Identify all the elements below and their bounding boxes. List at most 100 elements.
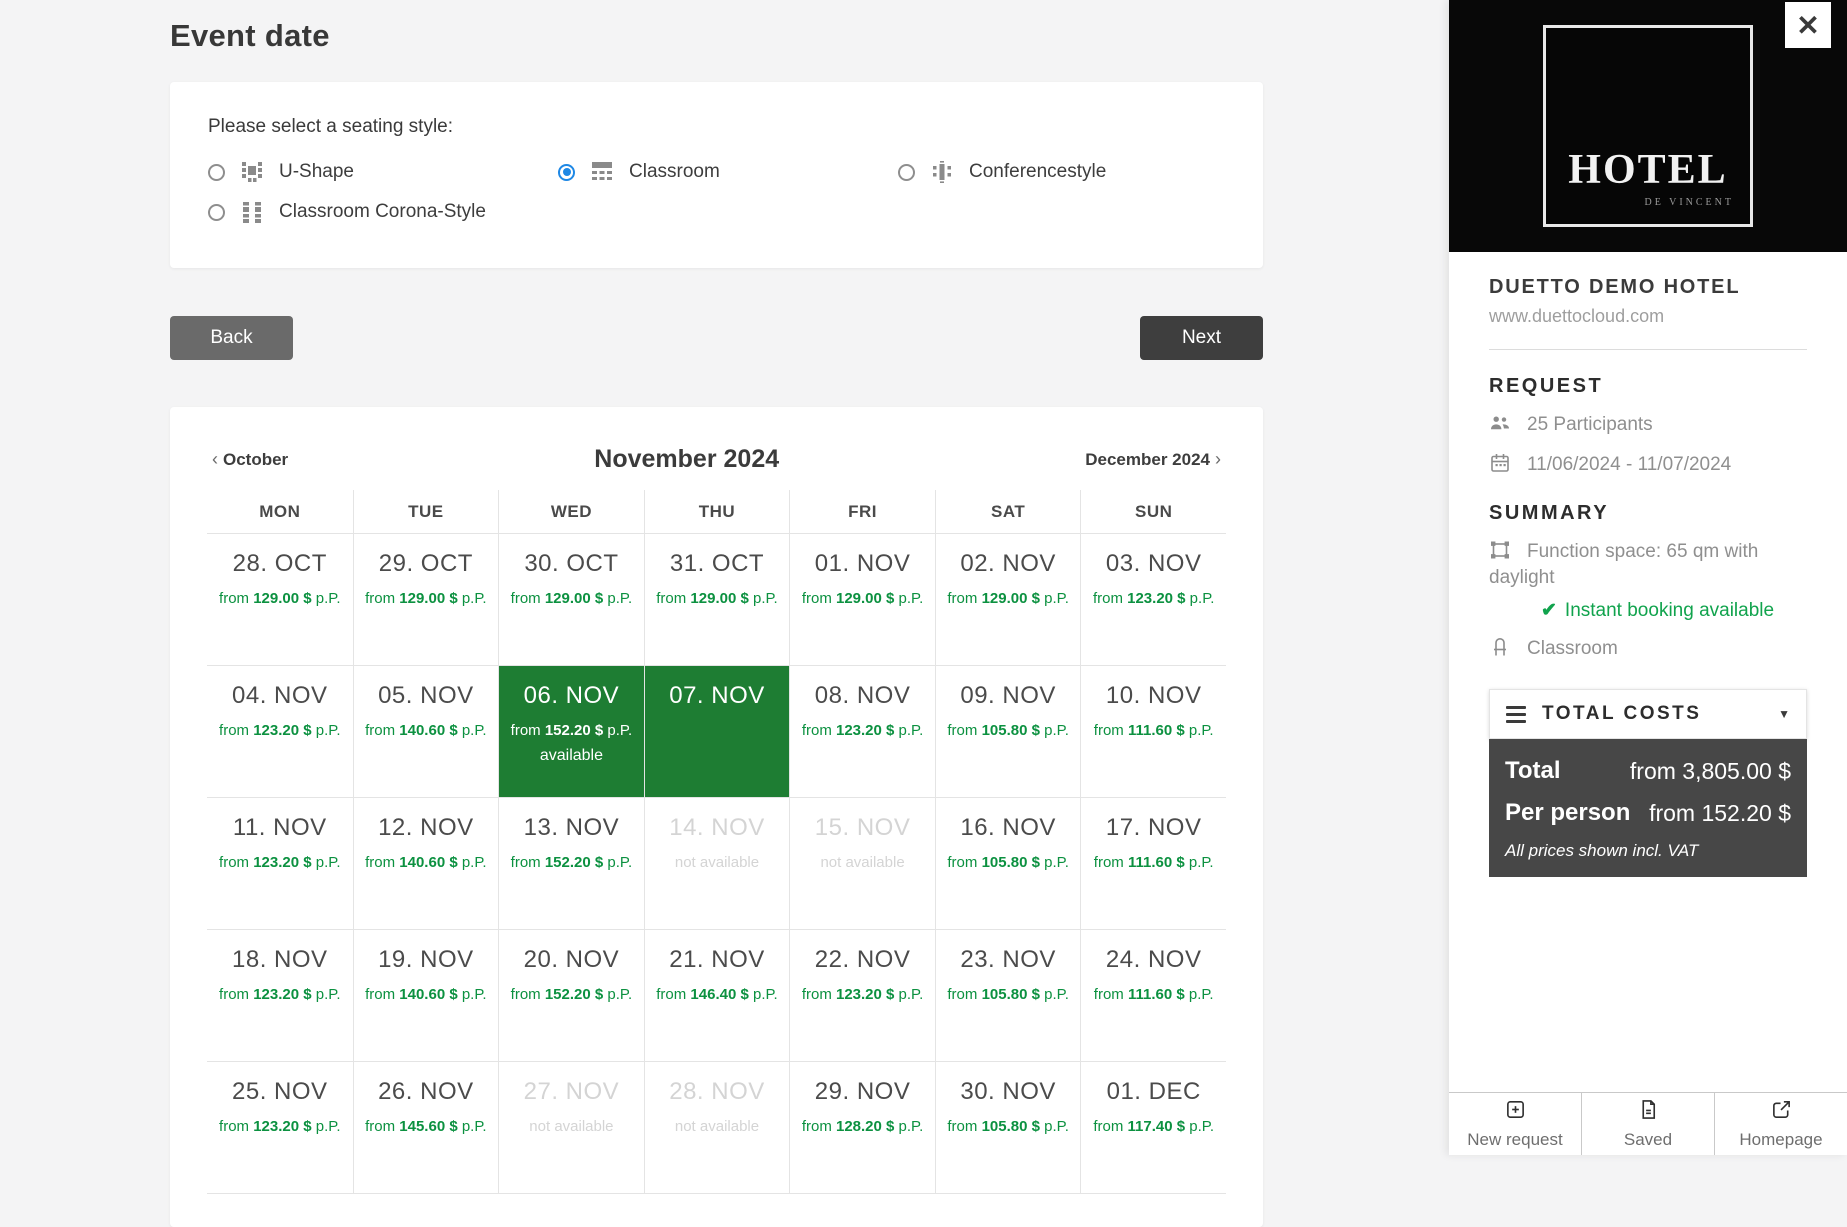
calendar-day[interactable]: 23. NOVfrom 105.80 $ p.P. (935, 930, 1081, 1062)
calendar-day[interactable]: 04. NOVfrom 123.20 $ p.P. (207, 666, 353, 798)
calendar-day[interactable]: 07. NOV (644, 666, 790, 798)
date-range-text: 11/06/2024 - 11/07/2024 (1527, 454, 1731, 475)
weekday-header: THU (644, 490, 790, 534)
total-costs-title: TOTAL COSTS (1542, 703, 1762, 725)
saved-button[interactable]: Saved (1581, 1093, 1714, 1155)
calendar-day[interactable]: 21. NOVfrom 146.40 $ p.P. (644, 930, 790, 1062)
day-unavailable-label: not available (790, 854, 935, 871)
seating-option-conferencestyle[interactable]: Conferencestyle (898, 160, 1225, 184)
total-costs-panel: TOTAL COSTS ▼ Total from 3,805.00 $ Per … (1489, 689, 1807, 877)
calendar-day[interactable]: 31. OCTfrom 129.00 $ p.P. (644, 534, 790, 666)
day-date: 08. NOV (790, 682, 935, 710)
seating-style-options: U-ShapeClassroomConferencestyle Classroom… (208, 160, 1225, 224)
day-price: from 152.20 $ p.P. (499, 722, 644, 739)
day-date: 15. NOV (790, 814, 935, 842)
homepage-icon (1771, 1099, 1792, 1125)
day-price: from 129.00 $ p.P. (790, 590, 935, 607)
calendar-day[interactable]: 12. NOVfrom 140.60 $ p.P. (353, 798, 499, 930)
calendar-day[interactable]: 18. NOVfrom 123.20 $ p.P. (207, 930, 353, 1062)
calendar-day[interactable]: 10. NOVfrom 111.60 $ p.P. (1080, 666, 1226, 798)
day-date: 30. NOV (936, 1078, 1081, 1106)
calendar-next-month-link[interactable]: December 2024› (1085, 449, 1226, 470)
calendar-day: 15. NOV not available (789, 798, 935, 930)
day-date: 22. NOV (790, 946, 935, 974)
hotel-logo-subtext: DE VINCENT (1644, 197, 1734, 208)
day-unavailable-label: not available (499, 1118, 644, 1135)
radio-button[interactable] (208, 164, 225, 181)
total-costs-header[interactable]: TOTAL COSTS ▼ (1489, 689, 1807, 739)
day-price: from 123.20 $ p.P. (207, 1118, 353, 1135)
day-price: from 105.80 $ p.P. (936, 986, 1081, 1003)
calendar-day[interactable]: 09. NOVfrom 105.80 $ p.P. (935, 666, 1081, 798)
calendar-day[interactable]: 30. OCTfrom 129.00 $ p.P. (498, 534, 644, 666)
day-date: 31. OCT (645, 550, 790, 578)
seating-style-label: Please select a seating style: (208, 116, 1225, 138)
calendar-day[interactable]: 05. NOVfrom 140.60 $ p.P. (353, 666, 499, 798)
day-price: from 123.20 $ p.P. (207, 854, 353, 871)
hotel-website-link[interactable]: www.duettocloud.com (1489, 306, 1807, 327)
calendar-day[interactable]: 08. NOVfrom 123.20 $ p.P. (789, 666, 935, 798)
radio-button[interactable] (898, 164, 915, 181)
calendar-day[interactable]: 22. NOV from 123.20 $ p.P. (789, 930, 935, 1062)
day-price: from 123.20 $ p.P. (790, 986, 935, 1003)
instant-booking-text: Instant booking available (1565, 600, 1774, 621)
calendar-day[interactable]: 06. NOVfrom 152.20 $ p.P.available (498, 666, 644, 798)
day-date: 19. NOV (354, 946, 499, 974)
main-content: Event date Please select a seating style… (170, 0, 1263, 1227)
seating-option-u-shape[interactable]: U-Shape (208, 160, 558, 184)
calendar-day[interactable]: 03. NOVfrom 123.20 $ p.P. (1080, 534, 1226, 666)
participants-text: 25 Participants (1527, 414, 1653, 435)
seating-summary-text: Classroom (1527, 638, 1618, 659)
calendar-day[interactable]: 25. NOVfrom 123.20 $ p.P. (207, 1062, 353, 1194)
day-date: 01. DEC (1081, 1078, 1226, 1106)
close-icon[interactable]: ✕ (1785, 2, 1831, 48)
calendar-day[interactable]: 30. NOVfrom 105.80 $ p.P. (935, 1062, 1081, 1194)
day-date: 04. NOV (207, 682, 353, 710)
day-price: from 129.00 $ p.P. (207, 590, 353, 607)
calendar-day[interactable]: 01. DEC from 117.40 $ p.P. (1080, 1062, 1226, 1194)
total-value: from 3,805.00 $ (1630, 757, 1791, 787)
day-price: from 111.60 $ p.P. (1081, 986, 1226, 1003)
back-button[interactable]: Back (170, 316, 293, 360)
calendar-day[interactable]: 17. NOV from 111.60 $ p.P. (1080, 798, 1226, 930)
calendar-day[interactable]: 11. NOVfrom 123.20 $ p.P. (207, 798, 353, 930)
day-price: from 117.40 $ p.P. (1081, 1118, 1226, 1135)
day-date: 17. NOV (1081, 814, 1226, 842)
new-request-button[interactable]: New request (1449, 1093, 1581, 1155)
action-label: New request (1467, 1130, 1562, 1150)
participants-row: 25 Participants (1489, 412, 1807, 438)
day-date: 28. OCT (207, 550, 353, 578)
calendar-day[interactable]: 26. NOVfrom 145.60 $ p.P. (353, 1062, 499, 1194)
seating-option-classroom-corona-style[interactable]: Classroom Corona-Style (208, 200, 558, 224)
function-space-icon (1489, 540, 1513, 560)
calendar-prev-month-link[interactable]: ‹October (207, 449, 288, 470)
homepage-button[interactable]: Homepage (1714, 1093, 1847, 1155)
menu-icon (1506, 706, 1526, 723)
radio-button[interactable] (558, 164, 575, 181)
calendar-day[interactable]: 28. OCT from 129.00 $ p.P. (207, 534, 353, 666)
next-button[interactable]: Next (1140, 316, 1263, 360)
calendar-day[interactable]: 02. NOVfrom 129.00 $ p.P. (935, 534, 1081, 666)
radio-button[interactable] (208, 204, 225, 221)
calendar-day[interactable]: 20. NOVfrom 152.20 $ p.P. (498, 930, 644, 1062)
calendar-day: 27. NOVnot available (498, 1062, 644, 1194)
day-price: from 140.60 $ p.P. (354, 854, 499, 871)
day-date: 29. OCT (354, 550, 499, 578)
sidebar-body: DUETTO DEMO HOTEL www.duettocloud.com RE… (1449, 252, 1847, 877)
calendar-day[interactable]: 13. NOVfrom 152.20 $ p.P. (498, 798, 644, 930)
calendar-day[interactable]: 16. NOVfrom 105.80 $ p.P. (935, 798, 1081, 930)
hotel-logo-text: HOTEL (1568, 146, 1727, 194)
seating-option-classroom[interactable]: Classroom (558, 160, 898, 184)
calendar-day[interactable]: 24. NOVfrom 111.60 $ p.P. (1080, 930, 1226, 1062)
chevron-down-icon: ▼ (1778, 707, 1790, 721)
day-price: from 111.60 $ p.P. (1081, 854, 1226, 871)
calendar-day[interactable]: 29. OCTfrom 129.00 $ p.P. (353, 534, 499, 666)
day-price: from 105.80 $ p.P. (936, 854, 1081, 871)
calendar-day[interactable]: 01. NOVfrom 129.00 $ p.P. (789, 534, 935, 666)
action-label: Homepage (1739, 1130, 1822, 1150)
vat-note: All prices shown incl. VAT (1505, 841, 1791, 861)
saved-icon (1638, 1099, 1659, 1125)
calendar-day[interactable]: 19. NOVfrom 140.60 $ p.P. (353, 930, 499, 1062)
day-date: 06. NOV (499, 682, 644, 710)
calendar-day[interactable]: 29. NOVfrom 128.20 $ p.P. (789, 1062, 935, 1194)
